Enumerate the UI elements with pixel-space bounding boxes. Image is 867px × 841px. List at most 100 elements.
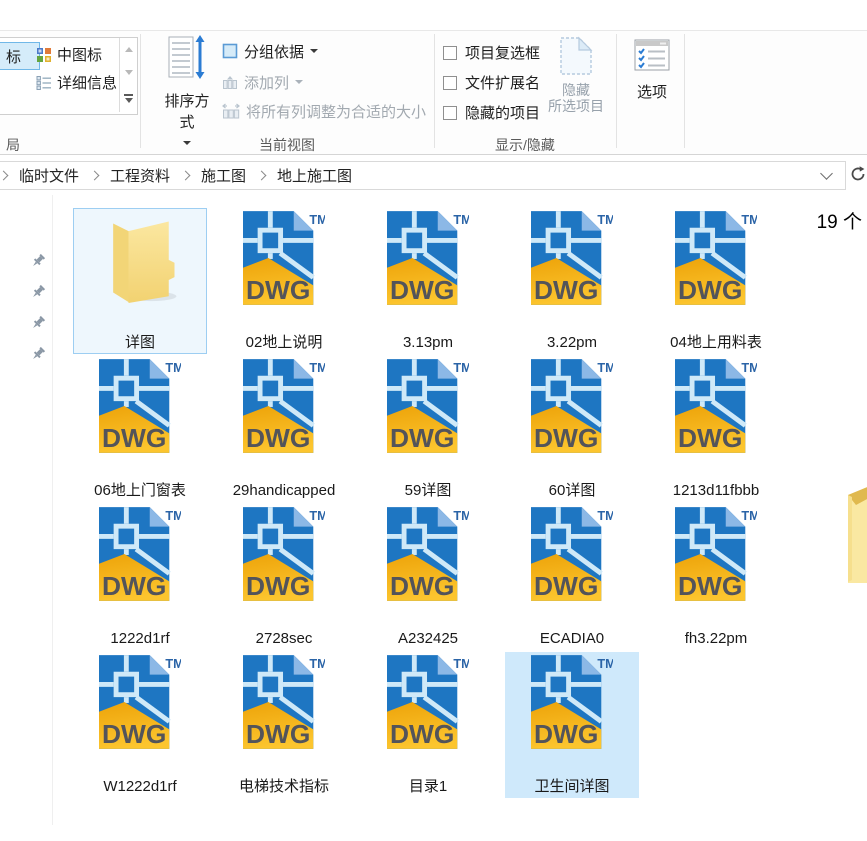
chevron-right-icon[interactable]: [257, 171, 267, 181]
dwg-file-icon: DWG TM: [387, 210, 469, 306]
group-by-label: 分组依据: [244, 41, 304, 62]
gallery-scroll-down-icon[interactable]: [125, 70, 133, 75]
svg-text:TM: TM: [165, 509, 181, 523]
chevron-right-icon[interactable]: [0, 171, 8, 181]
file-item[interactable]: DWG TM 电梯技术指标: [217, 652, 351, 798]
svg-text:DWG: DWG: [246, 423, 310, 453]
nav-pane-divider: [52, 195, 53, 825]
file-name-label: 1213d11fbbb: [650, 482, 782, 500]
file-name-label: 02地上说明: [218, 334, 350, 352]
item-checkboxes-checkbox[interactable]: [443, 46, 457, 60]
file-item[interactable]: DWG TM W1222d1rf: [73, 652, 207, 798]
file-extensions-checkbox[interactable]: [443, 76, 457, 90]
breadcrumb-item[interactable]: 工程资料: [104, 165, 176, 186]
dwg-file-icon: DWG TM: [243, 506, 325, 602]
svg-text:DWG: DWG: [678, 423, 742, 453]
svg-text:DWG: DWG: [102, 423, 166, 453]
folder-preview-icon: [842, 479, 867, 583]
svg-text:DWG: DWG: [534, 275, 598, 305]
file-item[interactable]: DWG TM ECADIA0: [505, 504, 639, 650]
refresh-icon: [849, 165, 867, 183]
sort-by-button[interactable]: 排序方式: [158, 35, 216, 149]
item-checkboxes-option[interactable]: 项目复选框: [443, 42, 540, 63]
view-option-medium-icons[interactable]: 中图标: [36, 42, 102, 67]
file-name-label: 3.22pm: [506, 334, 638, 352]
svg-text:TM: TM: [741, 361, 757, 375]
svg-text:DWG: DWG: [678, 275, 742, 305]
gallery-more-icon[interactable]: [124, 94, 133, 103]
ribbon: 标 中图标 详细信息: [0, 31, 867, 155]
dwg-file-icon: DWG TM: [243, 654, 325, 750]
file-item[interactable]: DWG TM A232425: [361, 504, 495, 650]
address-bar-row: 临时文件工程资料施工图地上施工图: [0, 155, 867, 193]
svg-text:TM: TM: [309, 657, 325, 671]
file-item[interactable]: DWG TM 29handicapped: [217, 356, 351, 502]
hide-selected-label-1: 隐藏: [545, 82, 607, 98]
chevron-right-icon[interactable]: [181, 171, 191, 181]
svg-text:DWG: DWG: [246, 719, 310, 749]
dwg-file-icon: DWG TM: [243, 210, 325, 306]
dwg-file-icon: DWG TM: [99, 506, 181, 602]
file-item[interactable]: 详图: [73, 208, 207, 354]
file-item[interactable]: DWG TM 2728sec: [217, 504, 351, 650]
svg-text:TM: TM: [597, 361, 613, 375]
refresh-button[interactable]: [849, 165, 867, 183]
pin-icon[interactable]: [30, 346, 46, 362]
file-item[interactable]: DWG TM 3.13pm: [361, 208, 495, 354]
gallery-scroll-up-icon[interactable]: [125, 47, 133, 52]
hidden-items-option[interactable]: 隐藏的项目: [443, 102, 540, 123]
svg-text:DWG: DWG: [534, 719, 598, 749]
svg-text:TM: TM: [309, 509, 325, 523]
breadcrumb-item[interactable]: 地上施工图: [271, 165, 358, 186]
hide-selected-label-2: 所选项目: [545, 98, 607, 114]
ribbon-tab-strip: [0, 0, 867, 31]
file-item[interactable]: DWG TM 3.22pm: [505, 208, 639, 354]
pin-icon[interactable]: [30, 253, 46, 269]
file-item[interactable]: DWG TM 02地上说明: [217, 208, 351, 354]
file-item[interactable]: DWG TM 04地上用料表: [649, 208, 783, 354]
file-name-label: W1222d1rf: [74, 778, 206, 796]
file-item[interactable]: DWG TM 目录1: [361, 652, 495, 798]
breadcrumb-item[interactable]: 临时文件: [13, 165, 85, 186]
svg-text:TM: TM: [597, 213, 613, 227]
dwg-file-icon: DWG TM: [387, 506, 469, 602]
file-item[interactable]: DWG TM 1213d11fbbb: [649, 356, 783, 502]
file-item[interactable]: DWG TM fh3.22pm: [649, 504, 783, 650]
file-extensions-option[interactable]: 文件扩展名: [443, 72, 540, 93]
svg-text:DWG: DWG: [390, 571, 454, 601]
folder-icon: [94, 210, 186, 304]
file-list-area: 详图 DWG TM 02地上说明: [0, 193, 867, 841]
file-name-label: 详图: [74, 334, 206, 352]
file-item[interactable]: DWG TM 60详图: [505, 356, 639, 502]
view-layout-gallery: 标 中图标 详细信息: [0, 37, 138, 115]
file-item[interactable]: DWG TM 06地上门窗表: [73, 356, 207, 502]
medium-icons-icon: [36, 47, 52, 63]
file-item[interactable]: DWG TM 卫生间详图: [505, 652, 639, 798]
item-checkboxes-label: 项目复选框: [465, 42, 540, 63]
hidden-items-checkbox[interactable]: [443, 106, 457, 120]
dwg-file-icon: DWG TM: [99, 358, 181, 454]
file-name-label: 59详图: [362, 482, 494, 500]
pin-icon[interactable]: [30, 284, 46, 300]
svg-text:DWG: DWG: [390, 423, 454, 453]
options-icon: [634, 39, 670, 71]
hide-selected-button[interactable]: 隐藏 所选项目: [545, 35, 607, 151]
svg-text:DWG: DWG: [102, 719, 166, 749]
group-by-button[interactable]: 分组依据: [222, 40, 318, 62]
view-option-details[interactable]: 详细信息: [36, 70, 117, 95]
file-item[interactable]: DWG TM 1222d1rf: [73, 504, 207, 650]
group-by-caret-icon: [310, 49, 318, 53]
pin-icon[interactable]: [30, 315, 46, 331]
file-item[interactable]: DWG TM 59详图: [361, 356, 495, 502]
view-option-large-icons-partial[interactable]: 标: [0, 42, 40, 70]
address-bar[interactable]: 临时文件工程资料施工图地上施工图: [0, 161, 846, 190]
breadcrumb-item[interactable]: 施工图: [195, 165, 252, 186]
options-button[interactable]: 选项: [622, 39, 682, 147]
svg-text:DWG: DWG: [390, 275, 454, 305]
chevron-right-icon[interactable]: [90, 171, 100, 181]
dwg-file-icon: DWG TM: [243, 358, 325, 454]
add-columns-button[interactable]: 添加列: [222, 71, 303, 93]
address-dropdown-icon[interactable]: [820, 167, 833, 180]
size-columns-button[interactable]: 将所有列调整为合适的大小: [222, 100, 426, 122]
file-name-label: 60详图: [506, 482, 638, 500]
